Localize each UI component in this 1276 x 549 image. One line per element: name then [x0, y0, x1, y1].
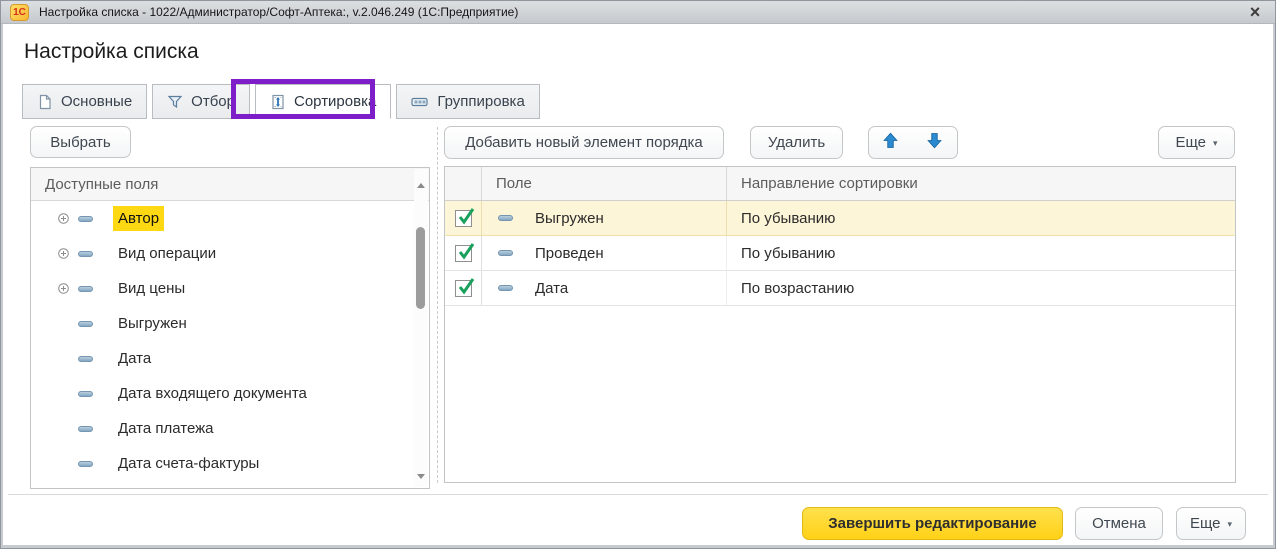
attribute-dash-icon — [78, 286, 93, 292]
chevron-down-icon: ▾ — [1213, 138, 1218, 149]
tree-item-data[interactable]: Дата — [31, 341, 413, 376]
sort-direction[interactable]: По убыванию — [727, 236, 1235, 270]
grouping-icon — [411, 96, 429, 108]
available-fields-list: Доступные поля Автор Вид операции Вид це… — [30, 167, 430, 489]
attribute-dash-icon — [78, 251, 93, 257]
more-label: Еще — [1190, 515, 1221, 532]
tab-label: Отбор — [191, 93, 235, 110]
1c-logo: 1С — [10, 4, 29, 21]
attribute-dash-icon — [498, 215, 513, 221]
tree-item-data-platezha[interactable]: Дата платежа — [31, 411, 413, 446]
sort-direction[interactable]: По убыванию — [727, 201, 1235, 235]
available-fields-header: Доступные поля — [31, 168, 429, 201]
column-header-direction: Направление сортировки — [727, 167, 1235, 200]
finish-editing-button[interactable]: Завершить редактирование — [802, 507, 1063, 540]
field-name: Дата — [535, 280, 568, 297]
sort-direction[interactable]: По возрастанию — [727, 271, 1235, 305]
attribute-dash-icon — [78, 216, 93, 222]
tab-otbor[interactable]: Отбор — [152, 84, 250, 119]
cancel-button[interactable]: Отмена — [1075, 507, 1163, 540]
scrollbar[interactable] — [414, 169, 428, 487]
tab-label: Сортировка — [294, 93, 376, 110]
column-header-checkbox — [445, 167, 482, 200]
tab-gruppirovka[interactable]: Группировка — [396, 84, 539, 119]
footer-separator — [8, 494, 1268, 495]
attribute-dash-icon — [78, 356, 93, 362]
attribute-dash-icon — [78, 321, 93, 327]
expand-plus-icon[interactable] — [58, 248, 69, 259]
table-header-row: Поле Направление сортировки — [445, 167, 1235, 201]
tree-item-vygruzhen[interactable]: Выгружен — [31, 306, 413, 341]
tab-label: Основные — [61, 93, 132, 110]
tree-item-vid-operacii[interactable]: Вид операции — [31, 236, 413, 271]
expand-plus-icon[interactable] — [58, 283, 69, 294]
close-icon[interactable]: × — [1244, 1, 1266, 23]
table-row-data[interactable]: Дата По возрастанию — [445, 271, 1235, 306]
field-name: Проведен — [535, 245, 604, 262]
title-bar: 1С Настройка списка - 1022/Администратор… — [1, 1, 1275, 24]
tree-item-label: Вид цены — [118, 280, 185, 297]
window-title: Настройка списка - 1022/Администратор/Со… — [39, 5, 518, 19]
tree-item-label: Дата счета-фактуры — [118, 455, 259, 472]
attribute-dash-icon — [78, 391, 93, 397]
move-down-button[interactable] — [912, 126, 958, 159]
tree-item-label: Дата — [118, 350, 151, 367]
table-row-vygruzhen[interactable]: Выгружен По убыванию — [445, 201, 1235, 236]
panel-splitter[interactable] — [437, 127, 438, 483]
tree-item-avtor[interactable]: Автор — [31, 201, 413, 236]
sort-order-icon — [270, 94, 286, 110]
tree-item-label: Вид операции — [118, 245, 216, 262]
tree-item-data-scheta-faktury[interactable]: Дата счета-фактуры — [31, 446, 413, 481]
column-header-field: Поле — [482, 167, 727, 200]
scroll-up-icon[interactable] — [417, 183, 425, 188]
more-button-toolbar[interactable]: Еще ▾ — [1158, 126, 1235, 159]
sort-order-table: Поле Направление сортировки Выгружен По … — [444, 166, 1236, 483]
scroll-down-icon[interactable] — [417, 474, 425, 479]
more-button-footer[interactable]: Еще ▾ — [1176, 507, 1246, 540]
attribute-dash-icon — [78, 426, 93, 432]
blue-down-arrow-icon — [926, 132, 943, 153]
table-row-proveden[interactable]: Проведен По убыванию — [445, 236, 1235, 271]
select-button[interactable]: Выбрать — [30, 126, 131, 158]
tree-item-label: Автор — [113, 206, 164, 231]
add-order-element-button[interactable]: Добавить новый элемент порядка — [444, 126, 724, 159]
tree-item-label: Выгружен — [118, 315, 187, 332]
checkbox-checked[interactable] — [455, 245, 472, 262]
tab-label: Группировка — [437, 93, 524, 110]
more-label: Еще — [1175, 134, 1206, 151]
delete-button[interactable]: Удалить — [750, 126, 843, 159]
tree-item-vid-ceny[interactable]: Вид цены — [31, 271, 413, 306]
page-title: Настройка списка — [24, 40, 199, 64]
document-icon — [37, 94, 53, 110]
tree-item-label: Дата входящего документа — [118, 385, 307, 402]
expand-plus-icon[interactable] — [58, 213, 69, 224]
tab-osnovnye[interactable]: Основные — [22, 84, 147, 119]
move-up-button[interactable] — [868, 126, 913, 159]
tab-bar: Основные Отбор Сортировка Группировка — [22, 84, 540, 119]
chevron-down-icon: ▾ — [1228, 519, 1233, 530]
tree-item-data-vhod-dokumenta[interactable]: Дата входящего документа — [31, 376, 413, 411]
field-name: Выгружен — [535, 210, 604, 227]
attribute-dash-icon — [78, 461, 93, 467]
attribute-dash-icon — [498, 250, 513, 256]
filter-funnel-icon — [167, 94, 183, 110]
blue-up-arrow-icon — [882, 132, 899, 153]
attribute-dash-icon — [498, 285, 513, 291]
checkbox-checked[interactable] — [455, 280, 472, 297]
tab-sortirovka[interactable]: Сортировка — [255, 84, 391, 119]
tree-item-label: Дата платежа — [118, 420, 214, 437]
checkbox-checked[interactable] — [455, 210, 472, 227]
scrollbar-thumb[interactable] — [416, 227, 425, 309]
